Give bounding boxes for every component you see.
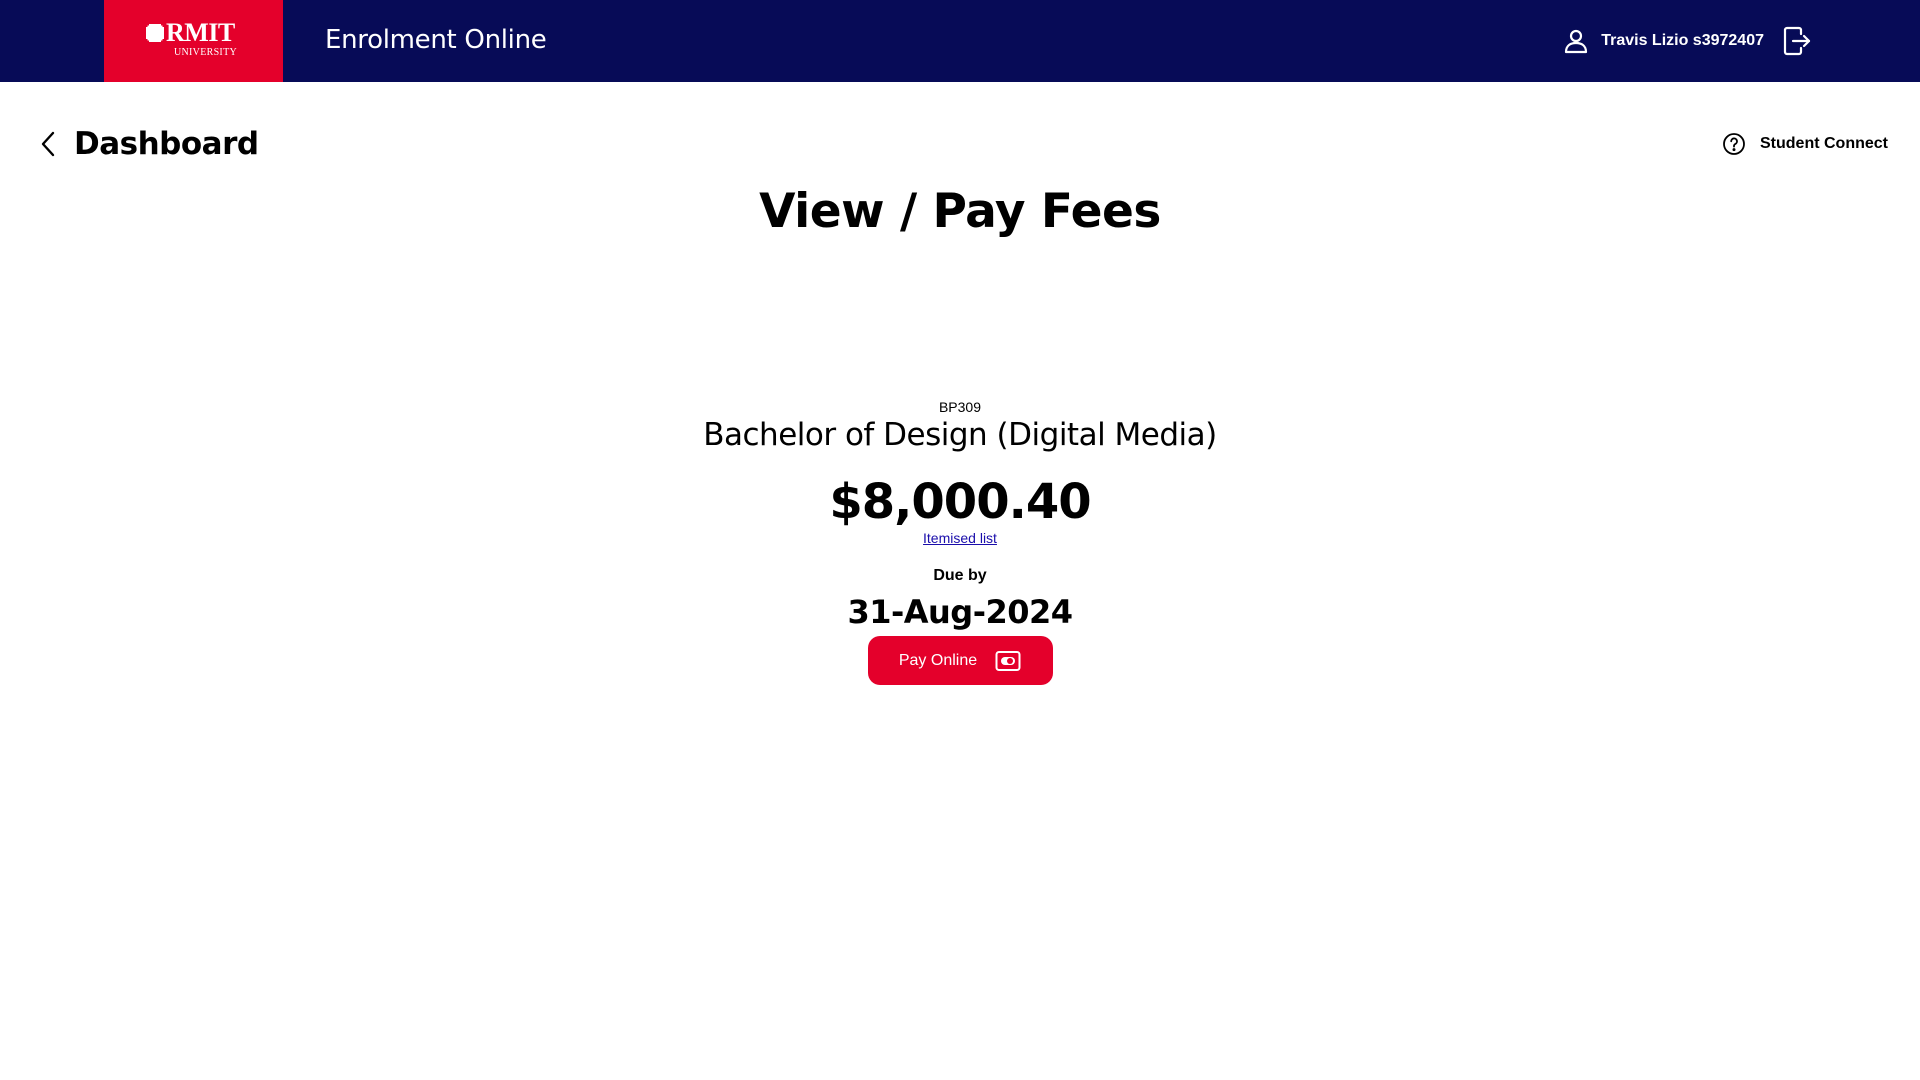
question-circle-icon[interactable]: [1722, 132, 1746, 156]
user-icon: [1563, 28, 1589, 54]
logo-inner: RMIT UNIVERSITY: [144, 18, 244, 64]
fee-summary: BP309 Bachelor of Design (Digital Media)…: [560, 396, 1360, 685]
chevron-left-icon[interactable]: [36, 129, 60, 159]
fee-amount: $8,000.40: [829, 474, 1091, 530]
student-connect-link[interactable]: Student Connect: [1722, 130, 1888, 158]
itemised-list-link[interactable]: Itemised list: [923, 530, 997, 546]
student-connect-label[interactable]: Student Connect: [1760, 135, 1888, 153]
payment-card-icon: [995, 650, 1021, 672]
pay-online-label: Pay Online: [898, 651, 978, 669]
pay-online-button[interactable]: Pay Online: [867, 636, 1053, 685]
rmit-logo[interactable]: RMIT UNIVERSITY: [104, 0, 283, 82]
program-name: Bachelor of Design (Digital Media): [703, 417, 1217, 453]
page-title: View / Pay Fees: [759, 184, 1161, 239]
logout-icon[interactable]: [1782, 25, 1812, 57]
due-label: Due by: [933, 567, 987, 584]
top-header: RMIT UNIVERSITY Enrolment Online Travis …: [0, 0, 1920, 82]
back-to-dashboard-link[interactable]: Dashboard: [36, 124, 259, 164]
rmit-pixel-mark-icon: [146, 24, 164, 42]
program-code: BP309: [938, 399, 982, 415]
app-title: Enrolment Online: [325, 25, 547, 55]
user-name: Travis Lizio s3972407: [1601, 32, 1764, 49]
logo-subtitle: UNIVERSITY: [174, 47, 237, 58]
logo-wordmark: RMIT: [166, 18, 235, 47]
back-label[interactable]: Dashboard: [74, 126, 259, 162]
user-area: Travis Lizio s3972407: [1563, 24, 1812, 58]
due-date: 31-Aug-2024: [847, 593, 1073, 631]
